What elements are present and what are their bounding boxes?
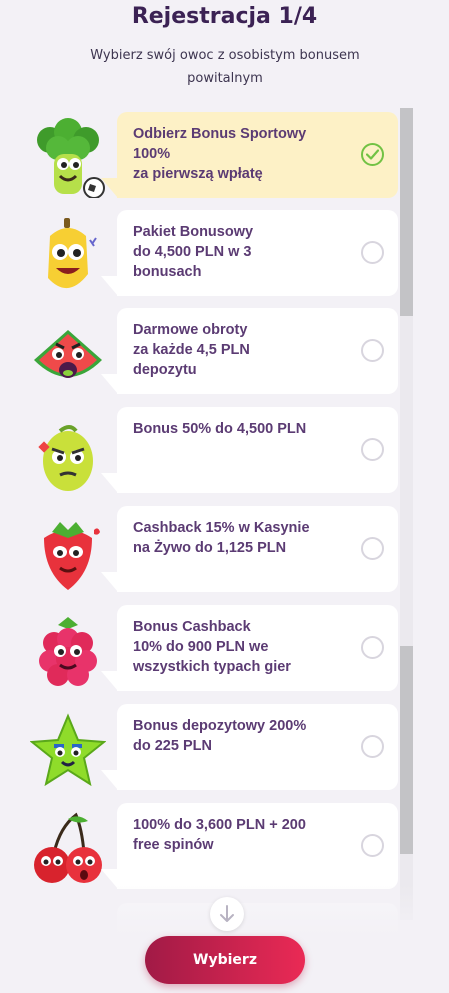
offer-line: depozytu (133, 362, 197, 378)
radio-button[interactable] (361, 241, 384, 264)
scroll-down-button[interactable] (210, 897, 244, 931)
radio-button[interactable] (361, 735, 384, 758)
offer-item[interactable]: Bonus Cashback 10% do 900 PLN we wszystk… (0, 605, 400, 691)
offer-line: Bonus Cashback (133, 619, 251, 635)
radio-button[interactable] (361, 339, 384, 362)
card-tail (101, 671, 118, 691)
offer-line: bonusach (133, 264, 202, 280)
radio-button[interactable] (361, 438, 384, 461)
offer-item[interactable]: Cashback 15% w Kasynie na Żywo do 1,125 … (0, 506, 400, 592)
card-tail (101, 178, 118, 198)
card-tail (101, 770, 118, 790)
strawberry-icon (44, 522, 100, 590)
offer-line: do 225 PLN (133, 738, 212, 754)
lemon-icon (38, 425, 93, 491)
offer-item[interactable]: Pakiet Bonusowy do 4,500 PLN w 3 bonusac… (0, 210, 400, 296)
offer-line: wszystkich typach gier (133, 659, 291, 675)
offer-line: Darmowe obroty (133, 322, 248, 338)
card-tail (101, 276, 118, 296)
scrollbar-thumb-top[interactable] (400, 108, 413, 316)
offer-card[interactable]: Pakiet Bonusowy do 4,500 PLN w 3 bonusac… (117, 210, 398, 296)
offer-item[interactable]: Odbierz Bonus Sportowy 100% za pierwszą … (0, 112, 400, 198)
broccoli-icon (37, 118, 105, 198)
raspberry-icon (39, 617, 97, 686)
offer-line: Pakiet Bonusowy (133, 224, 254, 240)
choose-button[interactable]: Wybierz (145, 936, 305, 984)
offer-card[interactable]: 100% do 3,600 PLN + 200 free spinów (117, 803, 398, 889)
card-tail (101, 572, 118, 592)
offer-line: Bonus 50% do 4,500 PLN (133, 421, 307, 437)
offer-card[interactable]: Cashback 15% w Kasynie na Żywo do 1,125 … (117, 506, 398, 592)
offer-line: za każde 4,5 PLN (133, 342, 250, 358)
radio-button[interactable] (361, 636, 384, 659)
scrollbar[interactable] (400, 108, 413, 920)
watermelon-icon (34, 330, 102, 378)
offer-line: free spinów (133, 837, 214, 853)
cherry-icon (34, 812, 102, 883)
offer-item[interactable]: 100% do 3,600 PLN + 200 free spinów (0, 803, 400, 889)
offer-line: Odbierz Bonus Sportowy (133, 126, 307, 142)
offer-line: 100% (133, 146, 171, 162)
check-icon (366, 149, 379, 160)
offer-card[interactable]: Bonus depozytowy 200% do 225 PLN (117, 704, 398, 790)
offer-line: Cashback 15% w Kasynie (133, 520, 310, 536)
radio-button[interactable] (361, 834, 384, 857)
star-fruit-icon (30, 713, 106, 787)
offer-line: 10% do 900 PLN we (133, 639, 269, 655)
offer-card[interactable]: Bonus Cashback 10% do 900 PLN we wszystk… (117, 605, 398, 691)
offer-card-selected[interactable]: Odbierz Bonus Sportowy 100% za pierwszą … (117, 112, 398, 198)
page-subtitle: Wybierz swój owoc z osobistym bonusem po… (90, 48, 360, 86)
offer-line: 100% do 3,600 PLN + 200 (133, 817, 306, 833)
arrow-down-icon (220, 905, 234, 922)
card-tail (101, 473, 118, 493)
offer-card[interactable]: Bonus 50% do 4,500 PLN (117, 407, 398, 493)
offer-line: do 4,500 PLN w 3 (133, 244, 252, 260)
offer-card[interactable]: Darmowe obroty za każde 4,5 PLN depozytu (117, 308, 398, 394)
banana-icon (48, 218, 97, 289)
offer-line: na Żywo do 1,125 PLN (133, 540, 287, 556)
scrollbar-thumb-bottom[interactable] (400, 646, 413, 854)
offer-item[interactable]: Darmowe obroty za każde 4,5 PLN depozytu (0, 308, 400, 394)
page-title: Rejestracja 1/4 (131, 4, 318, 29)
offer-line: za pierwszą wpłatę (133, 166, 263, 182)
offer-item[interactable]: Bonus depozytowy 200% do 225 PLN (0, 704, 400, 790)
offer-item[interactable]: Bonus 50% do 4,500 PLN (0, 407, 400, 493)
card-tail (101, 374, 118, 394)
radio-checked[interactable] (361, 143, 384, 166)
offer-line: Bonus depozytowy 200% (133, 718, 307, 734)
radio-button[interactable] (361, 537, 384, 560)
offer-list[interactable]: Odbierz Bonus Sportowy 100% za pierwszą … (0, 100, 449, 930)
